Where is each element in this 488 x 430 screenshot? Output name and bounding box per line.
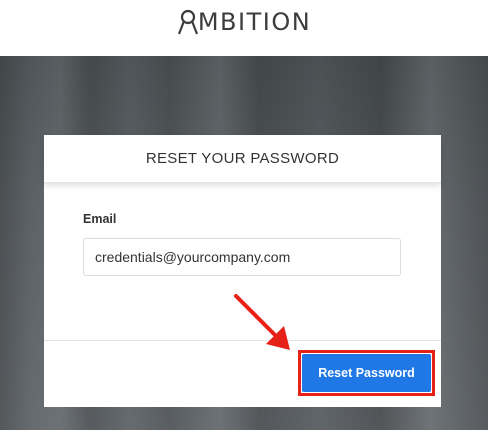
ambition-a-icon [177, 9, 198, 35]
logo-text: MBITION [197, 8, 312, 36]
reset-password-button[interactable]: Reset Password [302, 354, 431, 392]
email-label: Email [83, 212, 117, 226]
ambition-logo[interactable]: MBITION [177, 8, 311, 36]
email-field[interactable] [83, 238, 401, 276]
card-header: RESET YOUR PASSWORD [44, 135, 441, 183]
page-title: RESET YOUR PASSWORD [145, 150, 340, 167]
reset-password-card: RESET YOUR PASSWORD Email Reset Password [44, 135, 441, 407]
top-header: MBITION [0, 0, 488, 56]
red-arrow-icon [234, 294, 290, 350]
